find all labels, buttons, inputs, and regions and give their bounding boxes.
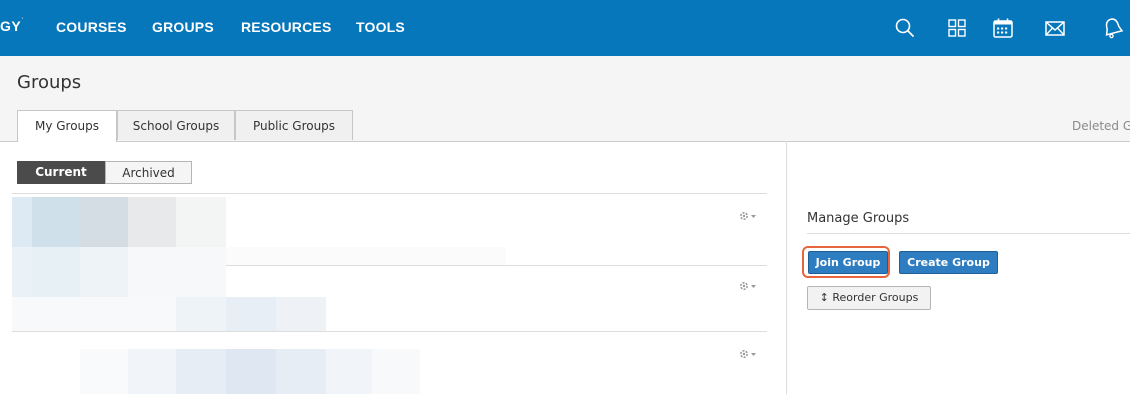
filter-current-button[interactable]: Current bbox=[17, 161, 105, 184]
blurred-group-image bbox=[226, 297, 276, 331]
nav-resources[interactable]: RESOURCES bbox=[241, 19, 331, 35]
manage-groups-title: Manage Groups bbox=[807, 211, 910, 226]
blurred-group-image bbox=[32, 197, 80, 247]
join-group-highlight bbox=[802, 246, 890, 278]
blurred-group-image bbox=[372, 349, 420, 394]
blurred-group-image bbox=[176, 349, 226, 394]
column-divider bbox=[786, 141, 787, 394]
blurred-group-image bbox=[12, 297, 176, 331]
nav-courses[interactable]: COURSES bbox=[56, 19, 127, 35]
gear-menu-icon[interactable] bbox=[738, 279, 760, 293]
reorder-groups-button[interactable]: ↕ Reorder Groups bbox=[807, 286, 931, 310]
row-separator bbox=[12, 193, 767, 194]
create-group-button[interactable]: Create Group bbox=[899, 251, 998, 274]
tab-school-groups[interactable]: School Groups bbox=[117, 110, 235, 140]
deleted-groups-link[interactable]: Deleted G bbox=[1072, 119, 1130, 133]
blurred-group-image bbox=[176, 197, 226, 247]
calendar-icon[interactable] bbox=[990, 15, 1016, 41]
nav-tools[interactable]: TOOLS bbox=[356, 19, 405, 35]
blurred-group-image bbox=[276, 297, 326, 331]
nav-groups[interactable]: GROUPS bbox=[152, 19, 214, 35]
blurred-group-image bbox=[176, 297, 226, 331]
blurred-group-image bbox=[128, 197, 176, 247]
tab-my-groups[interactable]: My Groups bbox=[17, 110, 117, 142]
blurred-group-image bbox=[276, 349, 326, 394]
blurred-group-image bbox=[12, 197, 32, 247]
filter-archived-button[interactable]: Archived bbox=[105, 161, 192, 184]
blurred-group-image bbox=[128, 247, 226, 297]
blurred-group-image bbox=[80, 247, 128, 297]
manage-groups-divider bbox=[807, 233, 1130, 234]
blurred-group-text bbox=[226, 247, 506, 265]
gear-menu-icon[interactable] bbox=[738, 209, 760, 223]
search-icon[interactable] bbox=[892, 15, 918, 41]
blurred-group-image bbox=[326, 349, 372, 394]
blurred-group-image bbox=[12, 247, 32, 297]
apps-grid-icon[interactable] bbox=[944, 15, 970, 41]
row-separator bbox=[12, 331, 767, 332]
blurred-group-image bbox=[32, 247, 80, 297]
gear-menu-icon[interactable] bbox=[738, 347, 760, 361]
tab-public-groups[interactable]: Public Groups bbox=[235, 110, 353, 140]
page-title: Groups bbox=[17, 72, 82, 93]
logo-mark: ˙ bbox=[21, 18, 25, 26]
blurred-group-image bbox=[226, 349, 276, 394]
blurred-group-image bbox=[80, 197, 128, 247]
blurred-group-image bbox=[128, 349, 176, 394]
mail-icon[interactable] bbox=[1042, 15, 1068, 41]
blurred-group-image bbox=[80, 349, 128, 394]
app-logo[interactable]: GY˙ bbox=[0, 18, 24, 34]
logo-text: GY bbox=[0, 18, 22, 34]
bell-icon[interactable] bbox=[1100, 15, 1126, 41]
